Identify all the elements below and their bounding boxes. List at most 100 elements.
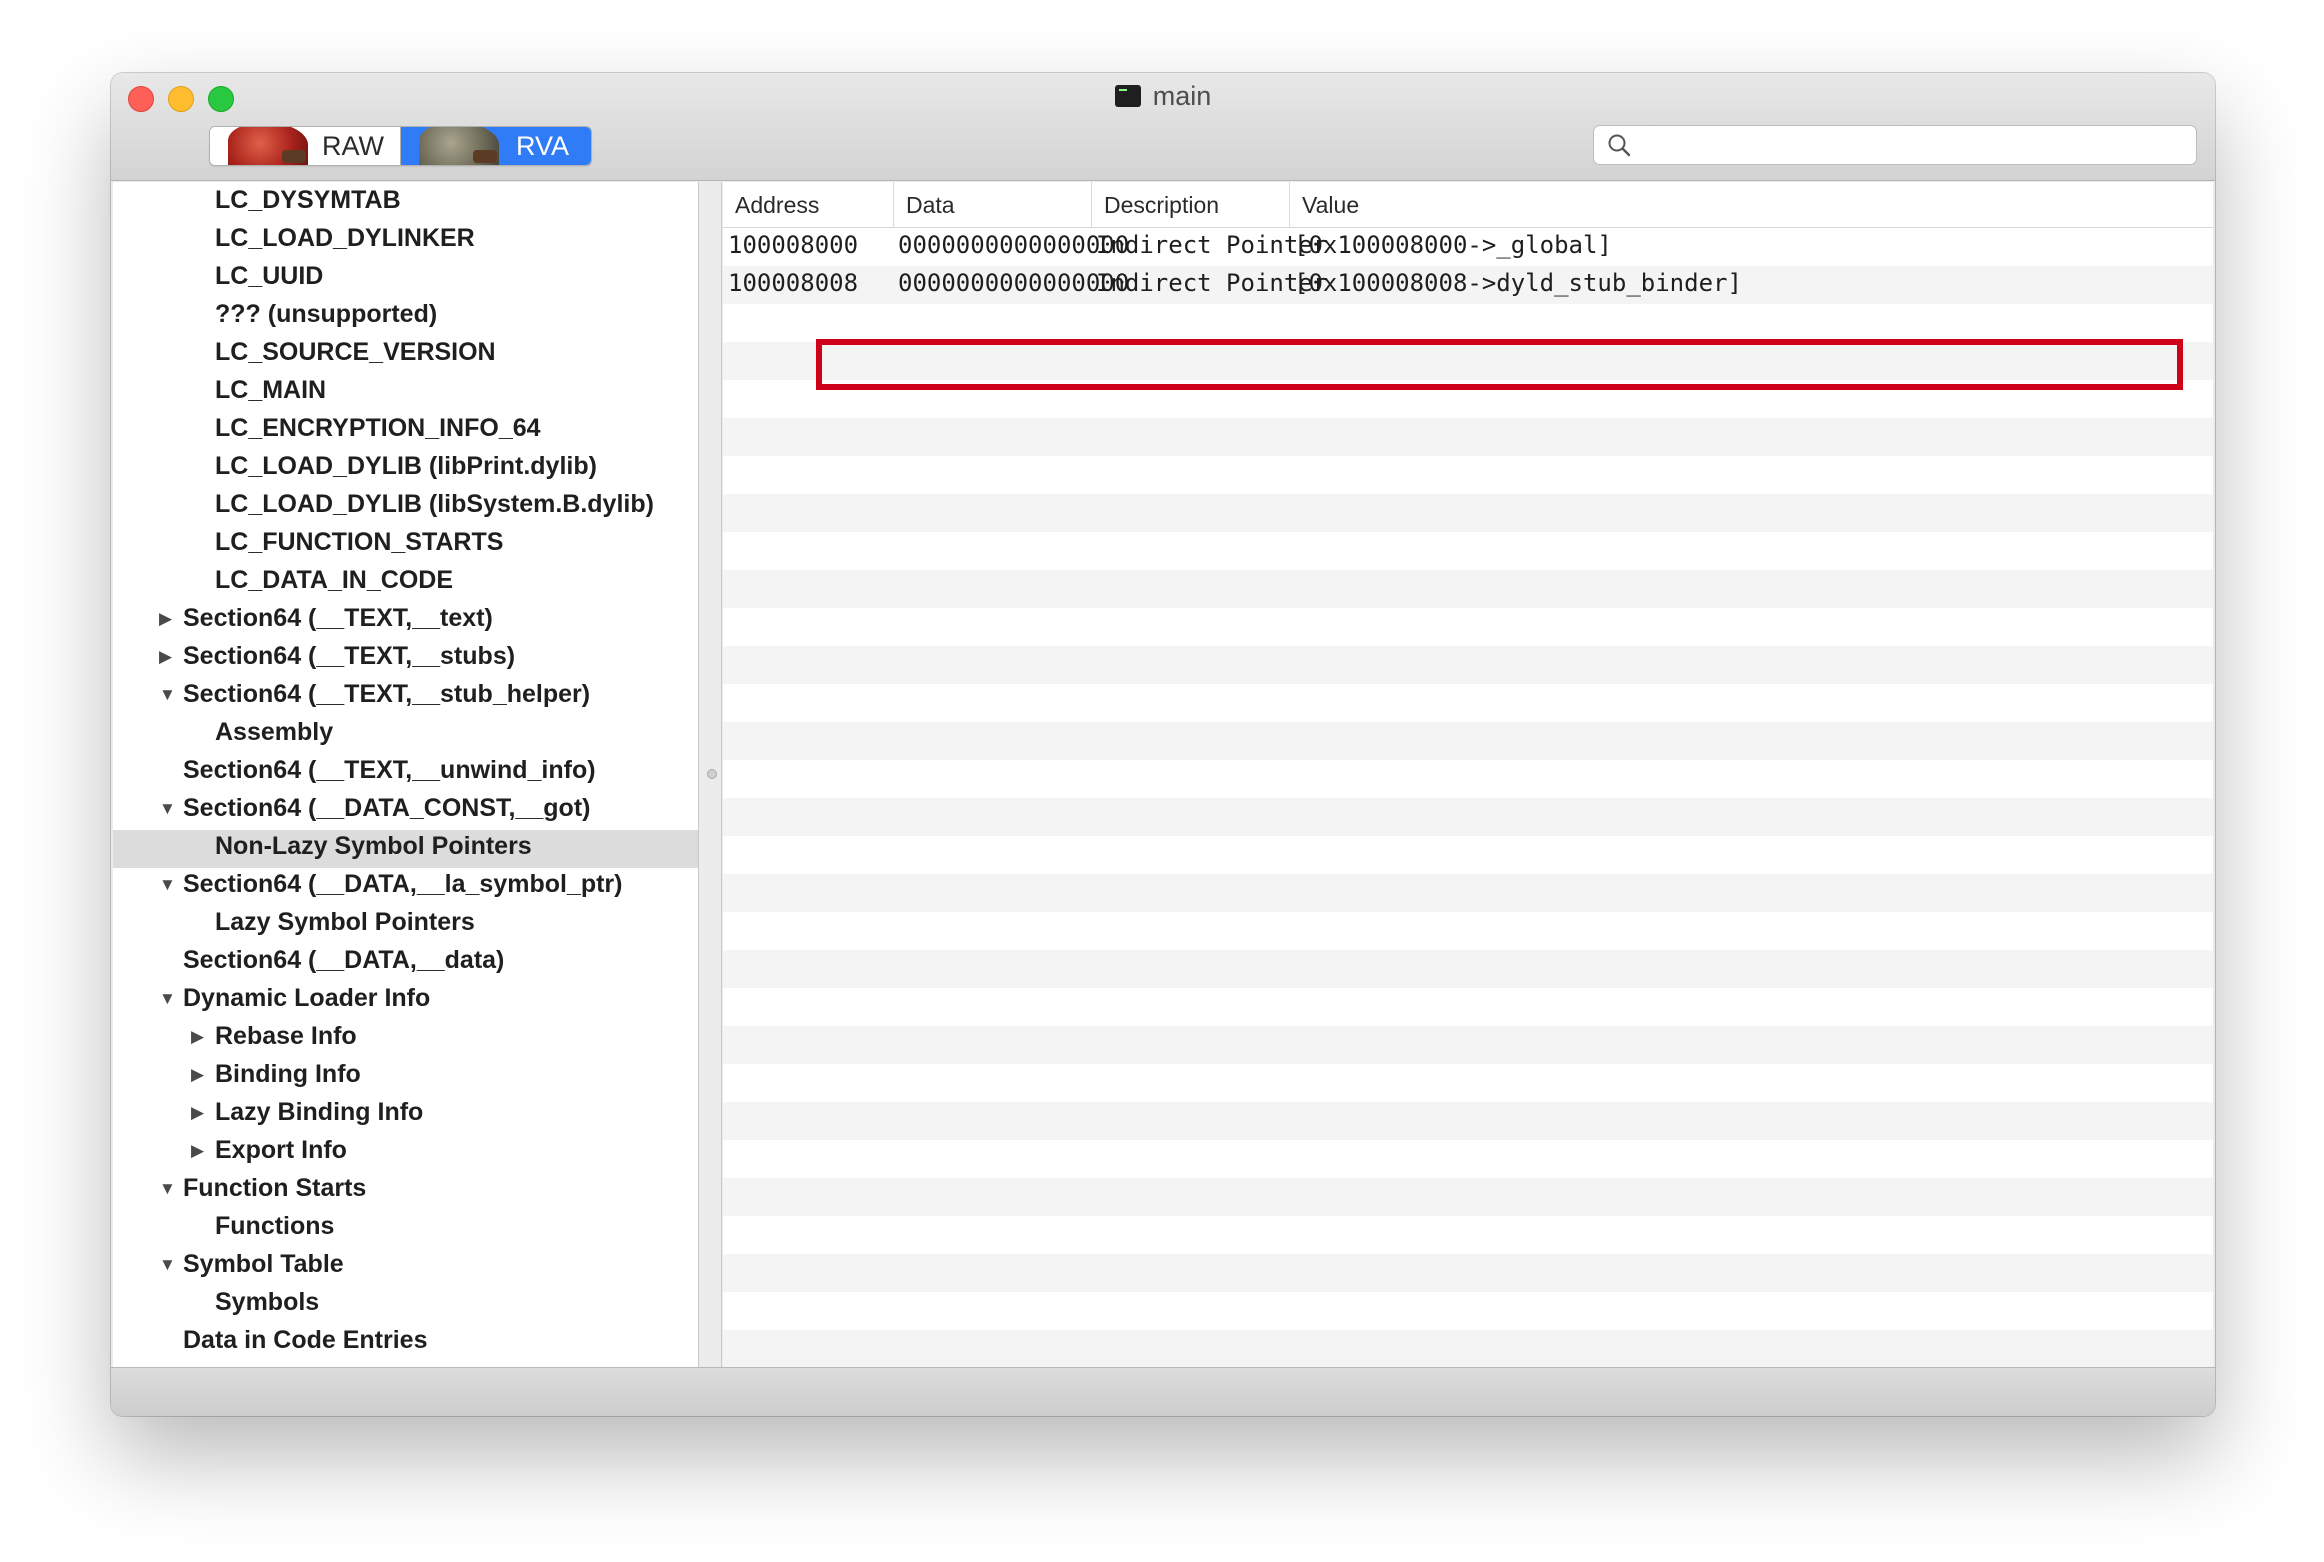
table-row[interactable]: 100008000 0000000000000000 Indirect Pointe…: [723, 228, 2213, 266]
sidebar-item[interactable]: LC_LOAD_DYLIB (libSystem.B.dylib): [113, 488, 698, 526]
sidebar-item[interactable]: LC_SOURCE_VERSION: [113, 336, 698, 374]
table-row-empty: [723, 912, 2213, 950]
table-cell-description: Indirect Pointer: [1096, 269, 1328, 297]
table-row-empty: [723, 304, 2213, 342]
rva-mode-icon: [419, 127, 499, 165]
sidebar-item-label: Section64 (__DATA,__la_symbol_ptr): [183, 870, 623, 898]
table-cell-address: 100008000: [728, 231, 859, 259]
column-header-value[interactable]: Value: [1289, 182, 2213, 228]
table-row-empty: [723, 1140, 2213, 1178]
address-mode-segmented-control: RAW RVA: [209, 126, 592, 166]
search-field[interactable]: [1593, 125, 2197, 165]
sidebar-item[interactable]: ▶ Binding Info: [113, 1058, 698, 1096]
table-row-empty: [723, 798, 2213, 836]
disclosure-collapsed-icon[interactable]: ▶: [191, 1027, 211, 1047]
sidebar-item[interactable]: ▶ Export Info: [113, 1134, 698, 1172]
table-row-empty: [723, 1026, 2213, 1064]
sidebar-item[interactable]: Lazy Symbol Pointers: [113, 906, 698, 944]
sidebar-item-label: Function Starts: [183, 1174, 367, 1202]
table-cell-value: [0x100008000->_global]: [1294, 231, 1612, 259]
title-bar: main RAW RVA: [111, 73, 2215, 181]
table-row-empty: [723, 532, 2213, 570]
sidebar-item[interactable]: LC_UUID: [113, 260, 698, 298]
status-bar: [111, 1367, 2215, 1416]
sidebar-item-label: Rebase Info: [215, 1022, 357, 1050]
split-view-divider[interactable]: [700, 182, 722, 1367]
sidebar-item[interactable]: ▶ Lazy Binding Info: [113, 1096, 698, 1134]
sidebar-item[interactable]: LC_DYSYMTAB: [113, 184, 698, 222]
disclosure-collapsed-icon[interactable]: ▶: [191, 1065, 211, 1085]
sidebar-item-label: Section64 (__DATA_CONST,__got): [183, 794, 591, 822]
sidebar-item[interactable]: ▶ Rebase Info: [113, 1020, 698, 1058]
disclosure-expanded-icon[interactable]: ▼: [159, 875, 179, 895]
sidebar-item-label: LC_MAIN: [215, 376, 327, 404]
sidebar-item-label: Dynamic Loader Info: [183, 984, 431, 1012]
sidebar-item[interactable]: ??? (unsupported): [113, 298, 698, 336]
sidebar-item-label: Lazy Binding Info: [215, 1098, 424, 1126]
sidebar-item[interactable]: LC_ENCRYPTION_INFO_64: [113, 412, 698, 450]
table-row-empty: [723, 608, 2213, 646]
sidebar-item-label: Symbols: [215, 1288, 320, 1316]
sidebar-item-label: Export Info: [215, 1136, 347, 1164]
table-row-empty: [723, 418, 2213, 456]
rva-mode-button[interactable]: RVA: [401, 127, 591, 165]
sidebar-item-label: LC_LOAD_DYLIB (libPrint.dylib): [215, 452, 597, 480]
disclosure-collapsed-icon[interactable]: ▶: [191, 1141, 211, 1161]
sidebar-item[interactable]: ▼ Function Starts: [113, 1172, 698, 1210]
table-row-empty: [723, 1178, 2213, 1216]
sidebar-item-label: LC_DATA_IN_CODE: [215, 566, 453, 594]
disclosure-expanded-icon[interactable]: ▼: [159, 685, 179, 705]
sidebar-item[interactable]: Data in Code Entries: [113, 1324, 698, 1362]
sidebar-item[interactable]: Assembly: [113, 716, 698, 754]
sidebar-item-label: LC_LOAD_DYLIB (libSystem.B.dylib): [215, 490, 654, 518]
disclosure-expanded-icon[interactable]: ▼: [159, 1179, 179, 1199]
table-row-empty: [723, 874, 2213, 912]
sidebar-item[interactable]: LC_DATA_IN_CODE: [113, 564, 698, 602]
disclosure-expanded-icon[interactable]: ▼: [159, 989, 179, 1009]
highlight-annotation-box: [816, 339, 2183, 390]
sidebar-item-label: LC_ENCRYPTION_INFO_64: [215, 414, 541, 442]
disclosure-collapsed-icon[interactable]: ▶: [159, 609, 179, 629]
sidebar-item[interactable]: LC_MAIN: [113, 374, 698, 412]
table-row[interactable]: 100008008 0000000000000000 Indirect Pointe…: [723, 266, 2213, 304]
sidebar-item[interactable]: ▼ Symbol Table: [113, 1248, 698, 1286]
column-header-data[interactable]: Data: [893, 182, 1091, 228]
sidebar-item[interactable]: Symbols: [113, 1286, 698, 1324]
sidebar-item[interactable]: ▼ Section64 (__DATA_CONST,__got): [113, 792, 698, 830]
column-header-description[interactable]: Description: [1091, 182, 1289, 228]
raw-mode-button[interactable]: RAW: [210, 127, 401, 165]
sidebar-item[interactable]: ▼ Dynamic Loader Info: [113, 982, 698, 1020]
sidebar-item[interactable]: Functions: [113, 1210, 698, 1248]
sidebar-item[interactable]: ▶ Section64 (__TEXT,__text): [113, 602, 698, 640]
sidebar-item[interactable]: ▼ Section64 (__DATA,__la_symbol_ptr): [113, 868, 698, 906]
table-row-empty: [723, 570, 2213, 608]
table-cell-address: 100008008: [728, 269, 859, 297]
sidebar-item[interactable]: Section64 (__DATA,__data): [113, 944, 698, 982]
disclosure-collapsed-icon[interactable]: ▶: [159, 647, 179, 667]
sidebar-item[interactable]: ▶ Section64 (__TEXT,__stubs): [113, 640, 698, 678]
sidebar-item[interactable]: Non-Lazy Symbol Pointers: [113, 830, 698, 868]
sidebar-item-label: LC_UUID: [215, 262, 324, 290]
sidebar-item-label: Section64 (__TEXT,__stub_helper): [183, 680, 591, 708]
sidebar-item[interactable]: LC_LOAD_DYLINKER: [113, 222, 698, 260]
disclosure-collapsed-icon[interactable]: ▶: [191, 1103, 211, 1123]
raw-mode-label: RAW: [322, 131, 384, 161]
sidebar-item-label: Section64 (__DATA,__data): [183, 946, 505, 974]
sidebar-item-label: Symbol Table: [183, 1250, 344, 1278]
column-header-address[interactable]: Address: [723, 182, 893, 228]
disclosure-expanded-icon[interactable]: ▼: [159, 1255, 179, 1275]
sidebar-item-label: Section64 (__TEXT,__text): [183, 604, 493, 632]
sidebar-item[interactable]: LC_FUNCTION_STARTS: [113, 526, 698, 564]
table-cell-value: [0x100008008->dyld_stub_binder]: [1294, 269, 1742, 297]
sidebar-item[interactable]: ▼ Section64 (__TEXT,__stub_helper): [113, 678, 698, 716]
sidebar-item[interactable]: LC_LOAD_DYLIB (libPrint.dylib): [113, 450, 698, 488]
table-row-empty: [723, 950, 2213, 988]
raw-mode-icon: [228, 127, 308, 165]
sidebar-item[interactable]: Section64 (__TEXT,__unwind_info): [113, 754, 698, 792]
sidebar-item-label: Lazy Symbol Pointers: [215, 908, 475, 936]
window-title-area: main: [111, 81, 2215, 112]
window-title: main: [1152, 81, 1212, 111]
table-row-empty: [723, 760, 2213, 798]
table-cell-data: 0000000000000000: [898, 269, 1130, 297]
disclosure-expanded-icon[interactable]: ▼: [159, 799, 179, 819]
